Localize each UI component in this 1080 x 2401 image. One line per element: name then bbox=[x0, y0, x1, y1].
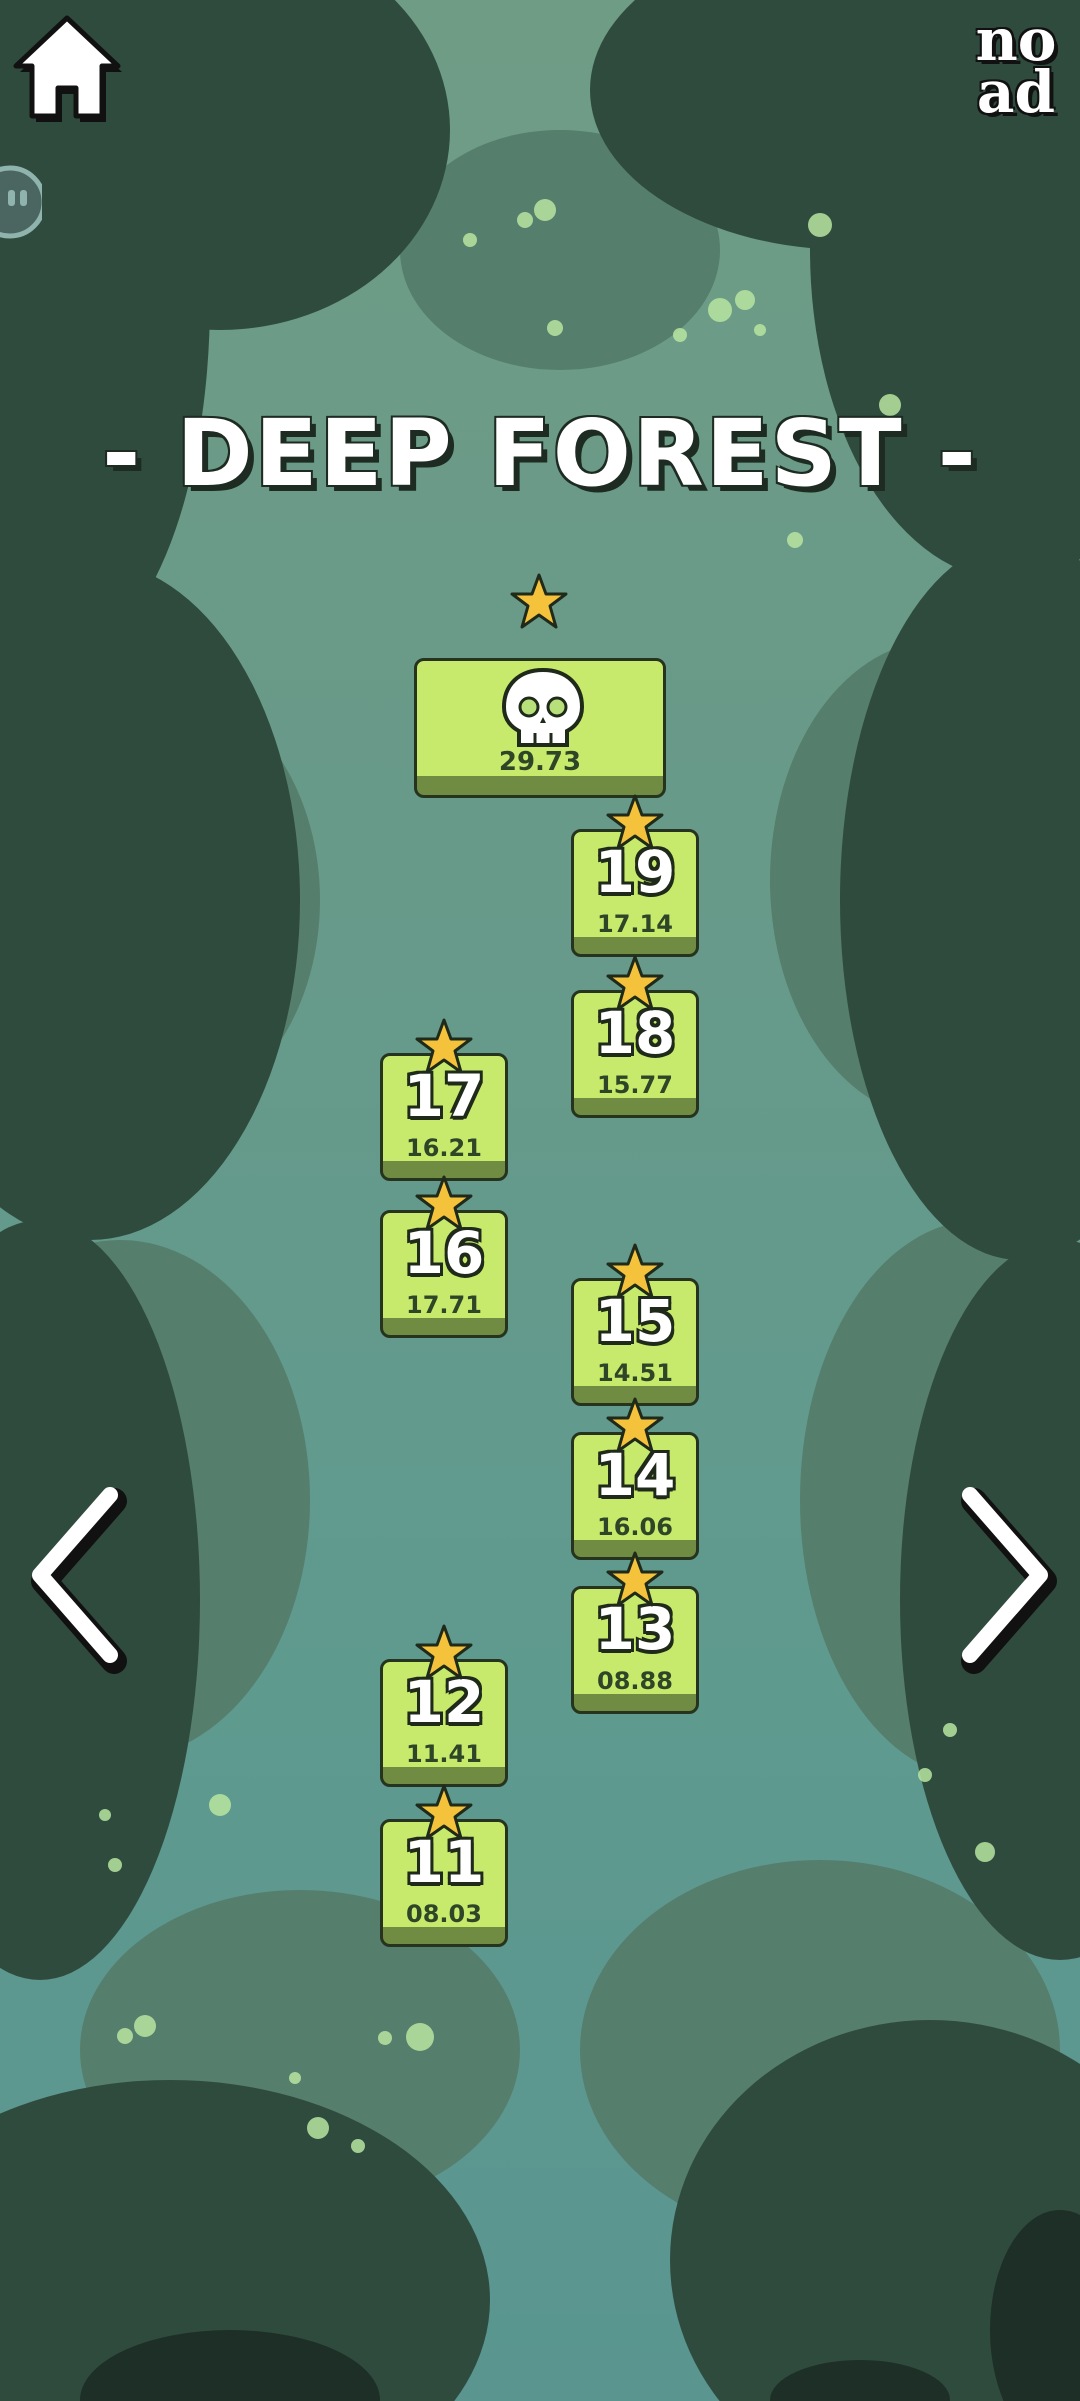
level-best-time: 15.77 bbox=[597, 1071, 673, 1099]
no-ads-line2: ad bbox=[976, 58, 1056, 126]
star-icon bbox=[415, 1018, 473, 1074]
level-best-time: 16.21 bbox=[406, 1134, 482, 1162]
house-icon bbox=[13, 15, 122, 122]
boss-best-time: 29.73 bbox=[498, 747, 582, 777]
home-button[interactable] bbox=[10, 8, 125, 126]
level-best-time: 16.06 bbox=[597, 1513, 673, 1541]
side-menu-tab[interactable] bbox=[0, 160, 42, 244]
boss-level-tile[interactable]: 29.73 bbox=[414, 658, 666, 798]
star-icon bbox=[606, 955, 664, 1011]
previous-world-button[interactable] bbox=[10, 1475, 130, 1675]
world-title: - DEEP FOREST - bbox=[102, 400, 978, 507]
star-icon bbox=[606, 1397, 664, 1453]
star-icon bbox=[606, 1551, 664, 1607]
boss-star-icon bbox=[510, 573, 568, 629]
skull-icon bbox=[501, 667, 585, 747]
level-best-time: 17.14 bbox=[597, 910, 673, 938]
level-best-time: 11.41 bbox=[406, 1740, 482, 1768]
star-icon bbox=[415, 1784, 473, 1840]
no-ads-button[interactable]: no ad bbox=[966, 11, 1066, 126]
star-icon bbox=[415, 1624, 473, 1680]
level-best-time: 14.51 bbox=[597, 1359, 673, 1387]
next-world-button[interactable] bbox=[950, 1475, 1070, 1675]
forest-background bbox=[0, 0, 1080, 2401]
level-best-time: 08.88 bbox=[597, 1667, 673, 1695]
star-icon bbox=[606, 794, 664, 850]
level-best-time: 08.03 bbox=[406, 1900, 482, 1928]
level-best-time: 17.71 bbox=[406, 1291, 482, 1319]
star-icon bbox=[415, 1175, 473, 1231]
star-icon bbox=[606, 1243, 664, 1299]
